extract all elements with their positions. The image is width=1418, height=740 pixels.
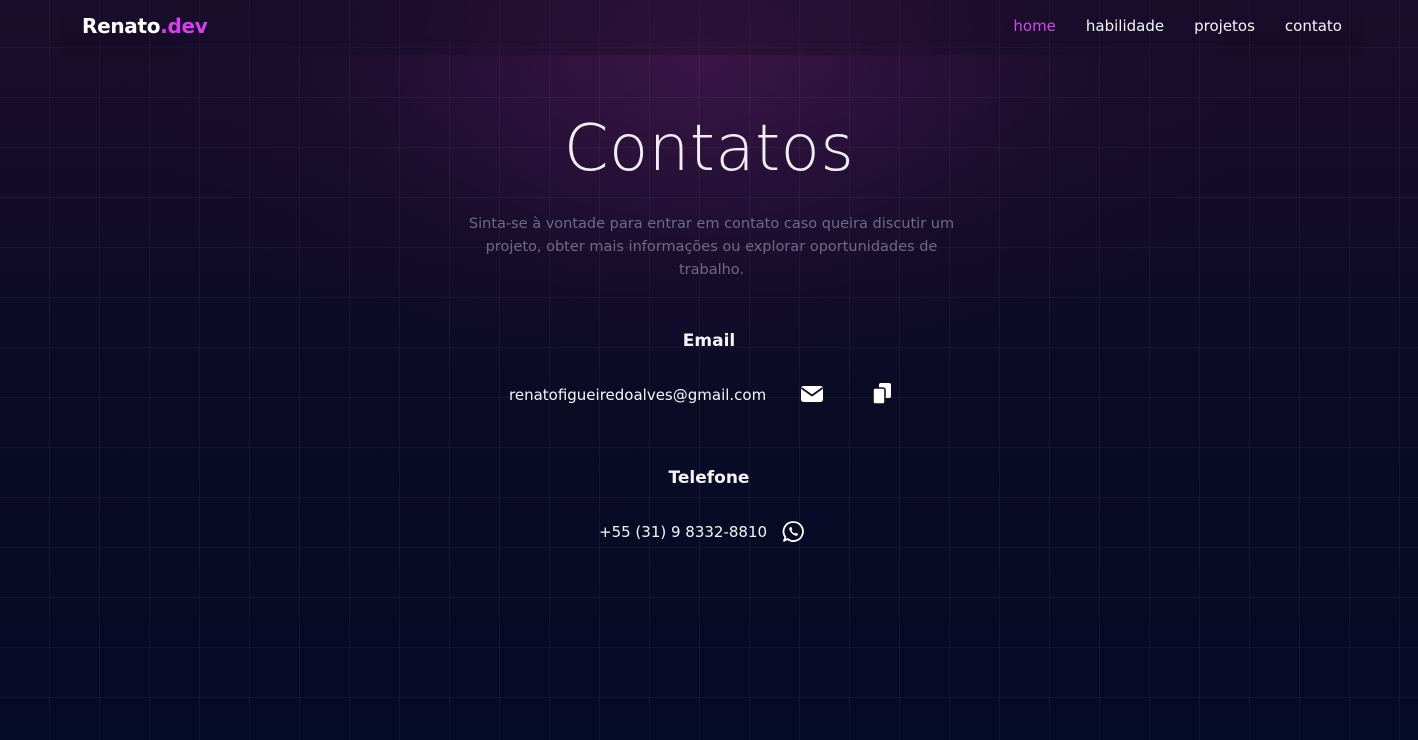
nav-links: home habilidade projetos contato <box>1013 17 1342 35</box>
logo-name: Renato <box>82 14 161 38</box>
page-subtitle: Sinta-se à vontade para entrar em contat… <box>468 216 955 278</box>
nav-link-home[interactable]: home <box>1013 17 1056 35</box>
email-label: Email <box>682 331 736 351</box>
whatsapp-icon[interactable] <box>782 520 805 543</box>
email-address[interactable]: renatofigueiredoalves@gmail.com <box>509 386 766 404</box>
nav-link-projetos[interactable]: projetos <box>1194 17 1255 35</box>
envelope-icon[interactable] <box>800 384 824 404</box>
logo[interactable]: Renato.dev <box>82 14 208 38</box>
navbar: Renato.dev home habilidade projetos cont… <box>62 0 1362 55</box>
background-grid <box>0 0 1418 740</box>
logo-suffix: .dev <box>160 14 208 38</box>
phone-label: Telefone <box>668 468 750 488</box>
nav-link-habilidade[interactable]: habilidade <box>1086 17 1164 35</box>
nav-link-contato[interactable]: contato <box>1285 17 1342 35</box>
phone-number[interactable]: +55 (31) 9 8332-8810 <box>599 523 767 541</box>
page-title: Contatos <box>563 112 855 186</box>
copy-icon[interactable] <box>871 382 893 406</box>
